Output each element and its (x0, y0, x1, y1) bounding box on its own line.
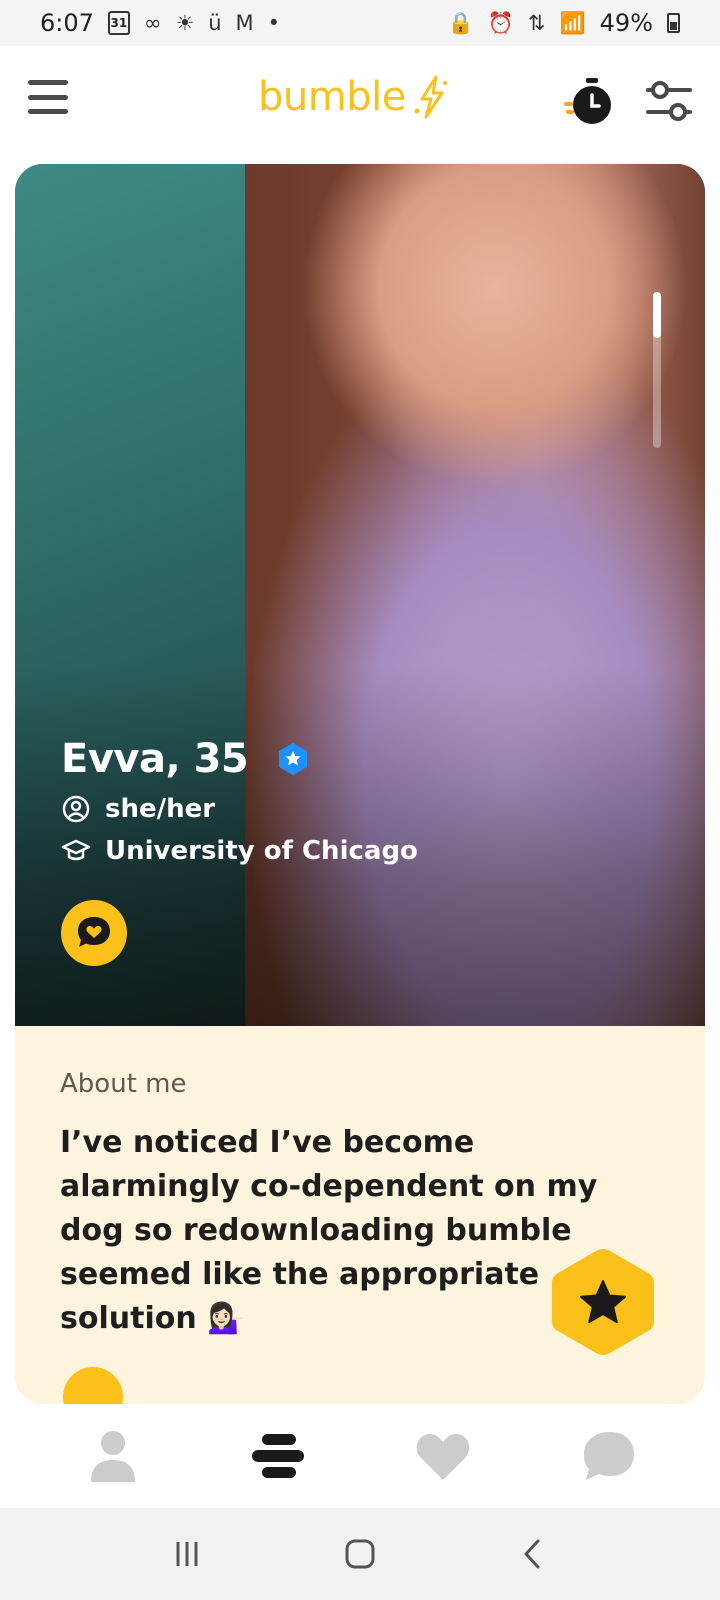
bumble-stack-icon (251, 1434, 304, 1478)
next-section-icon (63, 1367, 123, 1404)
nav-people[interactable] (238, 1421, 318, 1491)
pronouns-row: she/her (61, 794, 418, 824)
nav-likes[interactable] (403, 1421, 483, 1491)
photo-scroll-indicator (653, 292, 661, 448)
status-left: 6:07 31 ∞ ☀ ü M • (40, 9, 280, 37)
nav-profile[interactable] (73, 1421, 153, 1491)
brand-name: bumble (258, 74, 406, 120)
recents-button[interactable] (157, 1524, 217, 1584)
profile-info: Evva, 35 she/her University of Chicago (61, 736, 418, 866)
home-button[interactable] (330, 1524, 390, 1584)
dot-icon: • (267, 11, 281, 35)
data-icon: ⇅ (527, 11, 546, 35)
person-circle-icon (62, 795, 90, 823)
filter-icon[interactable] (644, 76, 694, 126)
profile-name: Evva, 35 (61, 736, 249, 782)
profile-card[interactable]: Evva, 35 she/her University of Chicago A… (15, 164, 705, 1404)
education-label: University of Chicago (105, 836, 418, 866)
nav-chats[interactable] (568, 1421, 648, 1491)
timer-icon[interactable] (564, 76, 616, 128)
profile-photo[interactable]: Evva, 35 she/her University of Chicago (15, 164, 705, 1026)
voicemail-icon: ∞ (143, 11, 162, 35)
brand-logo: bumble (258, 74, 450, 120)
status-bar: 6:07 31 ∞ ☀ ü M • 🔒 ⏰ ⇅ 📶 49% (0, 0, 720, 46)
system-nav-bar (0, 1508, 720, 1600)
status-time: 6:07 (40, 9, 94, 37)
lightning-icon (414, 75, 447, 119)
name-row: Evva, 35 (61, 736, 418, 782)
battery-icon (667, 13, 680, 33)
menu-button[interactable] (28, 80, 68, 114)
verified-badge-icon[interactable] (276, 742, 310, 776)
chat-bubble-icon (583, 1432, 634, 1480)
home-icon (345, 1539, 375, 1569)
calendar-icon: 31 (107, 11, 130, 35)
education-row: University of Chicago (61, 836, 418, 866)
heart-icon (416, 1434, 469, 1480)
about-text: I’ve noticed I’ve become alarmingly co-d… (60, 1125, 598, 1336)
gmail-icon: M (235, 11, 254, 35)
back-chevron-icon (524, 1539, 540, 1569)
status-right: 🔒 ⏰ ⇅ 📶 49% (448, 9, 680, 37)
lock-icon: 🔒 (447, 10, 474, 35)
back-button[interactable] (503, 1524, 563, 1584)
menu-icon-bar (28, 94, 68, 100)
menu-icon-bar (28, 80, 68, 85)
graduation-cap-icon (61, 839, 91, 861)
app-icon: ü (208, 11, 222, 35)
pronouns-label: she/her (105, 794, 216, 824)
alarm-icon: ⏰ (487, 10, 514, 35)
bottom-nav (0, 1404, 720, 1508)
person-icon (90, 1431, 135, 1482)
brightness-icon: ☀ (175, 11, 195, 35)
superswipe-star-button[interactable] (548, 1246, 658, 1358)
app-header: bumble (0, 46, 720, 156)
recents-icon (176, 1542, 198, 1566)
menu-icon-bar (28, 109, 68, 114)
chat-heart-icon (78, 917, 110, 947)
battery-percent: 49% (599, 9, 653, 37)
signal-icon: 📶 (559, 10, 586, 35)
about-heading: About me (60, 1069, 187, 1099)
opening-move-button[interactable] (61, 900, 127, 966)
